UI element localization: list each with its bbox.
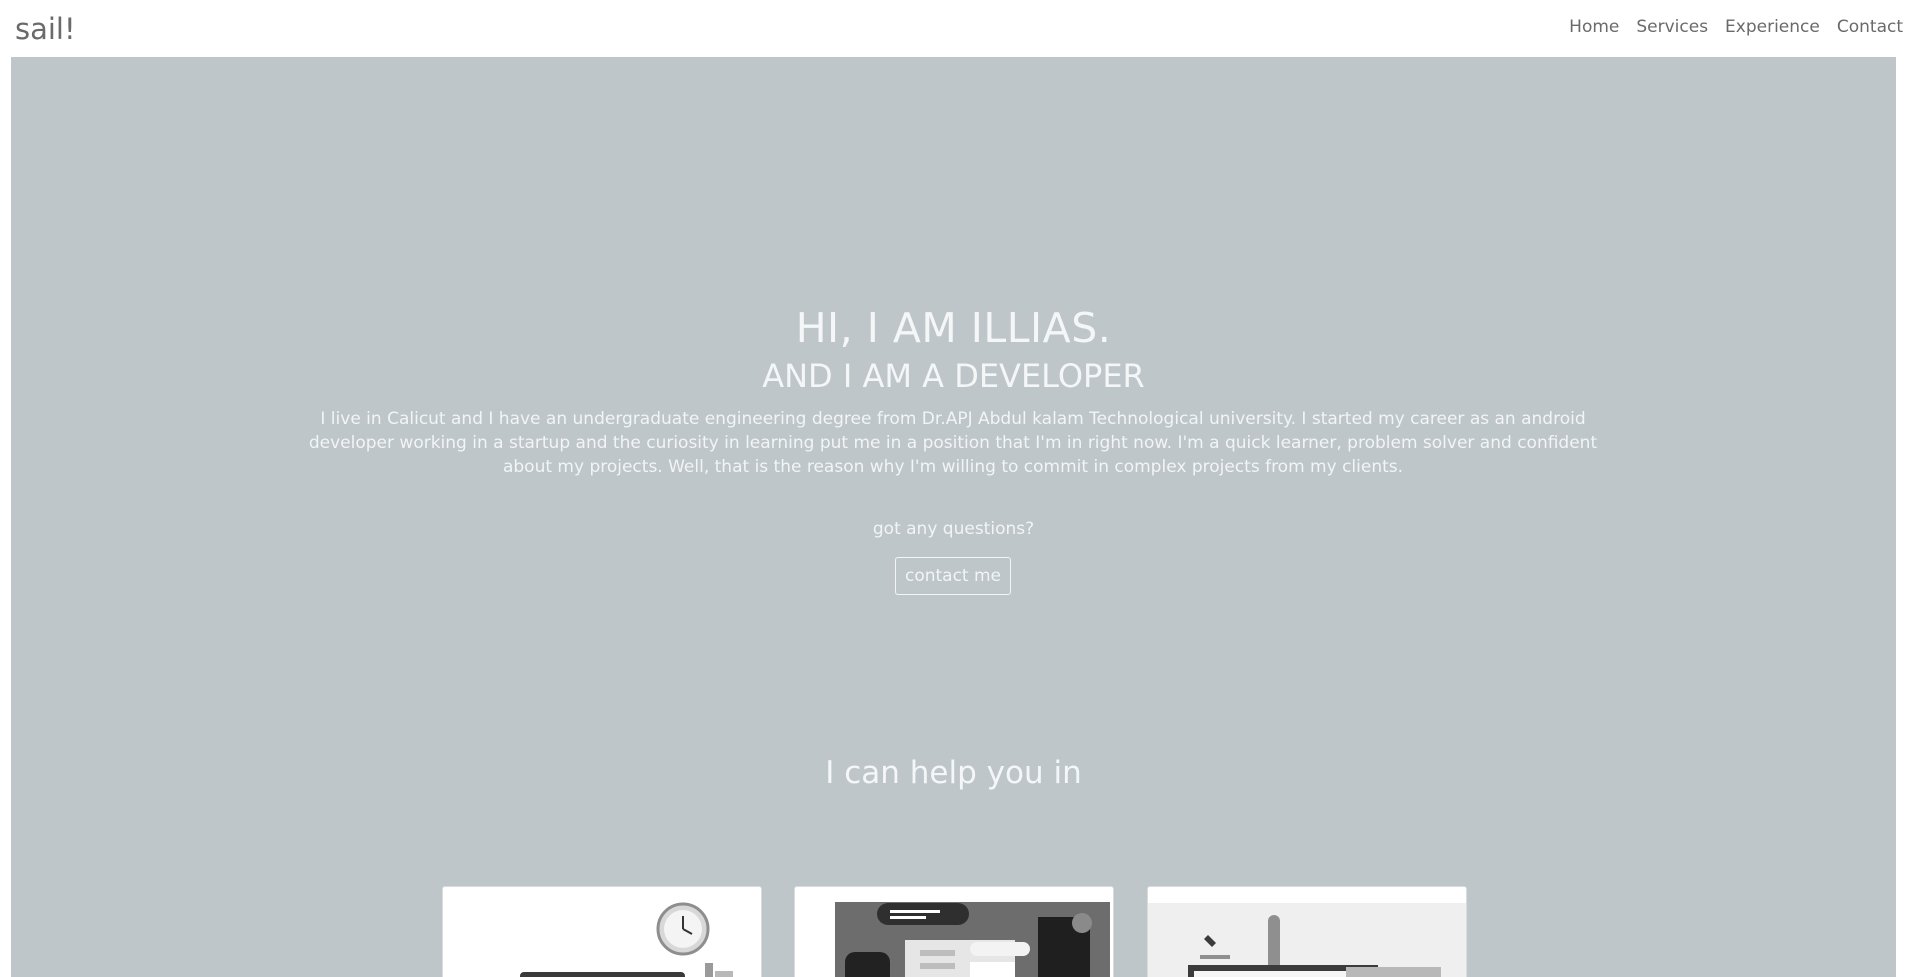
hero-title: HI, I AM ILLIAS. [795, 304, 1112, 352]
navbar: sail! Home Services Experience Contact [0, 0, 1907, 57]
service-card-2[interactable] [794, 886, 1114, 977]
web-development-illustration [835, 902, 1110, 977]
services-heading: I can help you in [825, 755, 1082, 791]
clock-laptop-illustration [520, 902, 733, 977]
nav-item-contact[interactable]: Contact [1837, 17, 1903, 37]
brand-logo[interactable]: sail! [15, 12, 76, 46]
hero-subtitle: AND I AM A DEVELOPER [762, 357, 1145, 395]
nav-item-services[interactable]: Services [1636, 17, 1708, 37]
nav-item-experience[interactable]: Experience [1725, 17, 1820, 37]
hero-intro: I live in Calicut and I have an undergra… [308, 409, 1598, 477]
nav-links: Home Services Experience Contact [1569, 17, 1903, 37]
nav-item-home[interactable]: Home [1569, 17, 1619, 37]
design-tools-illustration [1148, 903, 1466, 977]
hero-section: HI, I AM ILLIAS. AND I AM A DEVELOPER I … [11, 57, 1896, 977]
service-card-3[interactable] [1147, 886, 1467, 977]
contact-me-button[interactable]: contact me [895, 557, 1011, 595]
questions-text: got any questions? [872, 519, 1035, 539]
service-card-1[interactable] [442, 886, 762, 977]
